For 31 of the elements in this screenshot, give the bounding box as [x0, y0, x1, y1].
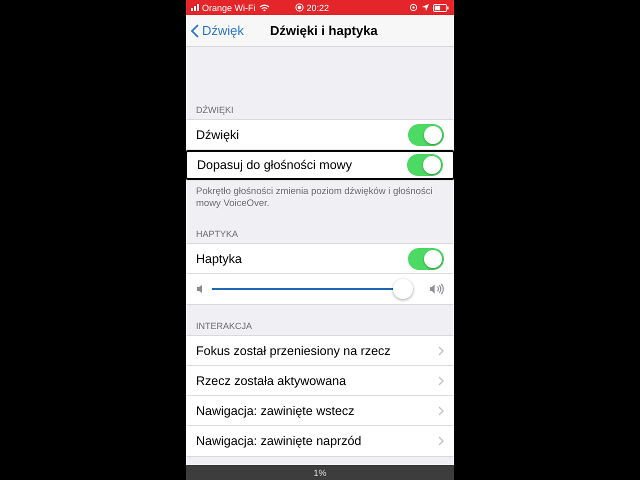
signal-icon: [191, 4, 199, 11]
carrier-name: Orange Wi-Fi: [202, 2, 256, 12]
toggle-switch[interactable]: [408, 248, 444, 270]
section-header: DŹWIĘKI: [196, 105, 234, 115]
row-label: Nawigacja: zawinięte wstecz: [196, 404, 356, 418]
chevron-left-icon: [191, 24, 199, 38]
row-label: Dźwięki: [196, 128, 240, 142]
battery-icon: [433, 4, 449, 12]
toggle-row[interactable]: Dopasuj do głośności mowy: [186, 150, 454, 180]
chevron-right-icon: [438, 436, 444, 446]
chevron-right-icon: [438, 376, 444, 386]
chevron-right-icon: [438, 406, 444, 416]
page-title: Dźwięki i haptyka: [270, 23, 378, 38]
clock-time: 20:22: [306, 2, 330, 12]
location-icon: [421, 3, 430, 12]
toggle-switch[interactable]: [408, 124, 444, 146]
wifi-icon: [258, 4, 270, 12]
back-button[interactable]: Dźwięk: [186, 23, 244, 38]
toggle-switch[interactable]: [407, 154, 443, 176]
section-footer: Pokrętło głośności zmienia poziom dźwięków i głośności mowy VoiceOver.: [196, 186, 433, 209]
section-header: INTERAKCJA: [196, 321, 252, 331]
section-header: HAPTYKA: [196, 229, 238, 239]
row-label: Dopasuj do głośności mowy: [197, 158, 353, 172]
row-label: Nawigacja: zawinięte naprzód: [196, 434, 362, 448]
speaker-low-icon: [196, 284, 204, 294]
chevron-right-icon: [438, 346, 444, 356]
record-icon: [294, 3, 304, 12]
row-label: Fokus został przeniesiony na rzecz: [196, 344, 392, 358]
row-label: Haptyka: [196, 252, 243, 266]
speaker-loud-icon: [429, 283, 444, 295]
row-label: Rzecz została aktywowana: [196, 374, 348, 388]
